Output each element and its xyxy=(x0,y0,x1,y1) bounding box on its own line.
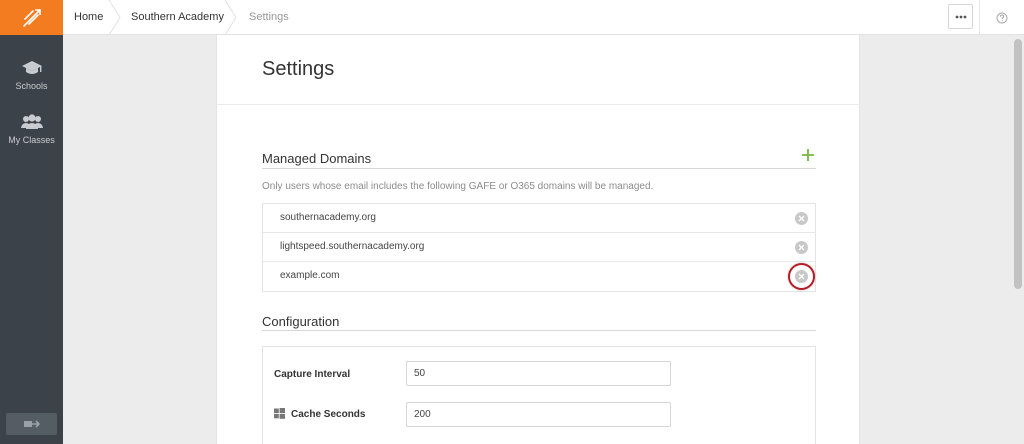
domain-name: example.com xyxy=(280,270,340,281)
breadcrumb-separator-icon xyxy=(224,0,237,35)
remove-domain-button[interactable] xyxy=(795,212,808,225)
close-icon xyxy=(798,273,805,280)
remove-domain-button[interactable] xyxy=(795,241,808,254)
settings-card: Settings Managed Domains Only users whos… xyxy=(216,35,860,444)
windows-icon xyxy=(274,408,285,419)
section-divider xyxy=(262,330,816,331)
users-icon xyxy=(20,114,43,129)
breadcrumb-current: Settings xyxy=(249,11,289,23)
section-divider xyxy=(262,168,816,169)
managed-domains-hint: Only users whose email includes the foll… xyxy=(262,181,654,192)
breadcrumb-home[interactable]: Home xyxy=(74,0,103,35)
plus-icon xyxy=(802,149,814,161)
capture-interval-label: Capture Interval xyxy=(274,369,351,380)
domain-name: southernacademy.org xyxy=(280,212,376,223)
capture-interval-input[interactable]: 50 xyxy=(406,361,671,386)
remove-domain-button[interactable] xyxy=(795,270,808,283)
close-icon xyxy=(798,244,805,251)
help-button[interactable] xyxy=(979,0,1024,35)
cache-seconds-label: Cache Seconds xyxy=(291,409,366,420)
sidebar: Schools My Classes xyxy=(0,0,63,444)
cache-seconds-input[interactable]: 200 xyxy=(406,402,671,427)
breadcrumb-school[interactable]: Southern Academy xyxy=(131,0,224,35)
sidebar-item-label: My Classes xyxy=(8,135,55,145)
scrollbar-thumb[interactable] xyxy=(1014,39,1022,289)
domain-row: southernacademy.org xyxy=(263,204,815,233)
ellipsis-icon xyxy=(955,15,966,18)
help-icon xyxy=(996,12,1008,23)
app-logo[interactable] xyxy=(0,0,63,35)
domain-list: southernacademy.org lightspeed.southerna… xyxy=(262,203,816,292)
sidebar-item-label: Schools xyxy=(15,81,48,91)
domain-row: lightspeed.southernacademy.org xyxy=(263,233,815,262)
domain-row: example.com xyxy=(263,262,815,291)
sidebar-item-schools[interactable]: Schools xyxy=(0,59,63,91)
close-icon xyxy=(798,215,805,222)
configuration-panel: Capture Interval 50 Cache Seconds 200 xyxy=(262,346,816,444)
graduation-cap-icon xyxy=(21,61,42,74)
add-domain-button[interactable] xyxy=(800,147,816,163)
more-options-button[interactable] xyxy=(948,4,973,29)
domain-name: lightspeed.southernacademy.org xyxy=(280,241,425,252)
compass-logo-icon xyxy=(22,8,41,27)
sidebar-item-my-classes[interactable]: My Classes xyxy=(0,113,63,145)
managed-domains-title: Managed Domains xyxy=(262,151,372,166)
configuration-title: Configuration xyxy=(262,314,340,329)
logout-icon xyxy=(23,420,40,428)
breadcrumb-separator-icon xyxy=(108,0,121,35)
logout-button[interactable] xyxy=(6,413,57,435)
top-bar: Home Southern Academy Settings xyxy=(63,0,1024,35)
scrollbar[interactable] xyxy=(1012,35,1024,444)
page-title: Settings xyxy=(262,58,335,80)
